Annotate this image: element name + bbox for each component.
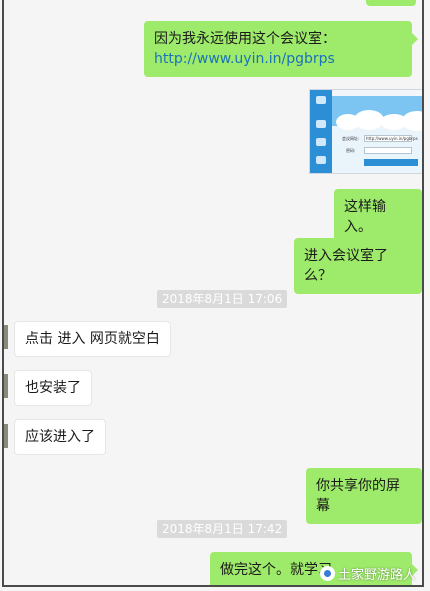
timestamp: 2018年8月1日 17:42 — [157, 520, 288, 538]
message-bubble-received[interactable]: 应该进入了 — [14, 419, 106, 455]
app-sidebar — [310, 90, 332, 173]
message-bubble-received[interactable]: 也安装了 — [14, 370, 92, 406]
logo-icon — [316, 96, 326, 104]
message-bubble-received[interactable]: 点击 进入 网页就空白 — [14, 321, 171, 357]
screenshot-image-bubble[interactable]: 会议网址: http://www.uyin.in/pgbrps 密码: — [309, 89, 422, 174]
message-bubble-sent[interactable]: 你共享你的屏幕 — [306, 468, 422, 524]
message-link[interactable]: http://www.uyin.in/pgbrps — [154, 51, 335, 67]
message-bubble-sent-partial[interactable] — [366, 0, 416, 6]
avatar[interactable] — [4, 374, 8, 398]
message-text: 你共享你的屏幕 — [316, 478, 400, 514]
avatar[interactable] — [4, 325, 8, 349]
room-field-value: http://www.uyin.in/pgbrps — [366, 136, 418, 141]
message-text: 应该进入了 — [25, 429, 95, 445]
app-banner — [332, 96, 422, 131]
chat-window: 因为我永远使用这个会议室： http://www.uyin.in/pgbrps 会… — [2, 0, 424, 587]
wechat-account-icon — [320, 565, 335, 581]
password-label: 密码: — [346, 148, 356, 153]
message-text: 进入会议室了么？ — [304, 248, 388, 284]
message-bubble-sent[interactable]: 因为我永远使用这个会议室： http://www.uyin.in/pgbrps — [144, 21, 418, 77]
record-icon — [316, 138, 326, 146]
message-text: 点击 进入 网页就空白 — [25, 331, 160, 347]
message-bubble-sent[interactable]: 这样输入。 — [334, 189, 422, 245]
password-field — [364, 147, 412, 154]
user-icon — [316, 156, 326, 164]
watermark-text: 土家野游路人 — [338, 567, 417, 583]
timestamp: 2018年8月1日 17:06 — [157, 290, 288, 308]
message-text: 做完这个。就学习 — [220, 562, 332, 578]
enter-room-button — [364, 159, 418, 166]
watermark: 土家野游路人 — [320, 562, 416, 584]
message-text: 因为我永远使用这个会议室： — [154, 31, 336, 47]
meeting-icon — [316, 120, 326, 128]
message-text: 也安装了 — [25, 380, 81, 396]
message-text: 这样输入。 — [344, 199, 386, 235]
room-field: http://www.uyin.in/pgbrps — [364, 135, 418, 142]
avatar[interactable] — [4, 424, 8, 448]
message-bubble-sent[interactable]: 进入会议室了么？ — [294, 238, 422, 294]
room-label: 会议网址: — [342, 136, 360, 141]
